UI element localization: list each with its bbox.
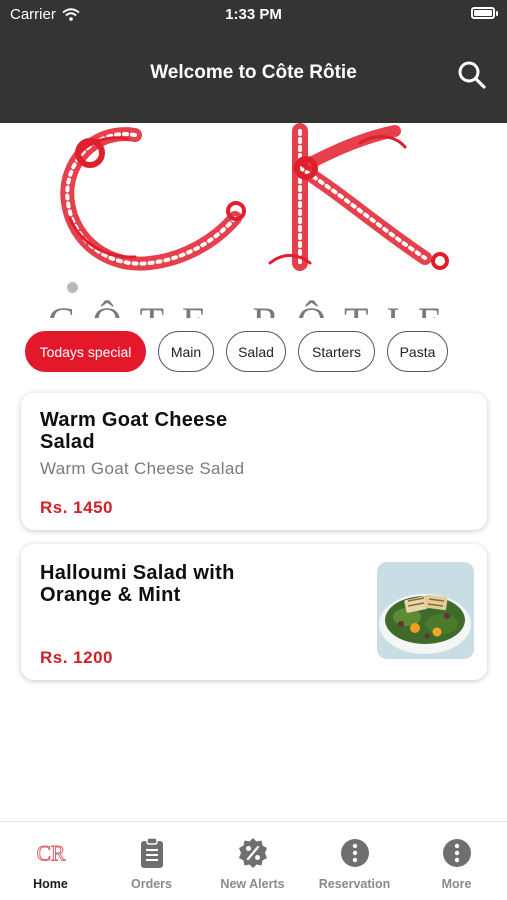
tab-orders[interactable]: Orders	[101, 822, 202, 900]
menu-item-name: Halloumi Salad with Orange & Mint	[40, 562, 235, 606]
more-dots-icon	[338, 836, 372, 870]
carousel-page-indicator	[67, 282, 78, 293]
status-time: 1:33 PM	[225, 6, 282, 23]
category-chip-label: Todays special	[39, 343, 132, 360]
battery-icon	[471, 7, 498, 19]
category-chip-todays-special[interactable]: Todays special	[25, 331, 146, 372]
bottom-tab-bar: CR Home Orders New Alerts Reservation Mo…	[0, 821, 507, 900]
category-chip-pasta[interactable]: Pasta	[387, 331, 448, 372]
menu-item-image	[377, 562, 474, 659]
menu-item-card[interactable]: Warm Goat Cheese Salad Warm Goat Cheese …	[21, 393, 487, 530]
menu-item-name: Warm Goat Cheese Salad	[40, 409, 228, 453]
status-bar: Carrier 1:33 PM	[0, 0, 507, 28]
tab-home[interactable]: CR Home	[0, 822, 101, 900]
clipboard-icon	[135, 836, 169, 870]
page-title: Welcome to Côte Rôtie	[150, 62, 357, 83]
tab-more[interactable]: More	[406, 822, 507, 900]
search-icon	[458, 61, 486, 89]
top-bar: Carrier 1:33 PM Welcome to Côte Rôtie	[0, 0, 507, 123]
menu-item-price: Rs. 1200	[40, 648, 113, 667]
more-dots-icon	[440, 836, 474, 870]
search-button[interactable]	[457, 60, 487, 90]
brand-subtitle: CÔTE RÔTIE	[48, 298, 460, 318]
category-chip-starters[interactable]: Starters	[298, 331, 375, 372]
tab-label: More	[441, 877, 472, 891]
tab-label: Reservation	[318, 877, 391, 891]
category-chip-main[interactable]: Main	[158, 331, 214, 372]
category-chip-salad[interactable]: Salad	[226, 331, 286, 372]
svg-text:CR: CR	[36, 842, 65, 866]
category-chip-label: Salad	[238, 343, 274, 360]
banner-carousel[interactable]: CÔTE RÔTIE	[0, 123, 507, 318]
menu-item-card[interactable]: Halloumi Salad with Orange & Mint Rs. 12…	[21, 544, 487, 680]
category-chip-label: Starters	[311, 343, 361, 360]
category-chip-label: Pasta	[399, 343, 436, 360]
category-filter-bar: Todays special Main Salad Starters Pasta	[25, 331, 448, 372]
tab-new-alerts[interactable]: New Alerts	[202, 822, 303, 900]
menu-item-price: Rs. 1450	[40, 498, 113, 517]
menu-item-description: Warm Goat Cheese Salad	[40, 459, 245, 478]
category-chip-label: Main	[170, 343, 202, 360]
percent-badge-icon	[236, 836, 270, 870]
tab-label: New Alerts	[220, 877, 285, 891]
tab-label: Orders	[131, 877, 172, 891]
tab-label: Home	[33, 877, 68, 891]
cr-logo-icon: CR	[34, 836, 68, 870]
tab-reservation[interactable]: Reservation	[304, 822, 405, 900]
